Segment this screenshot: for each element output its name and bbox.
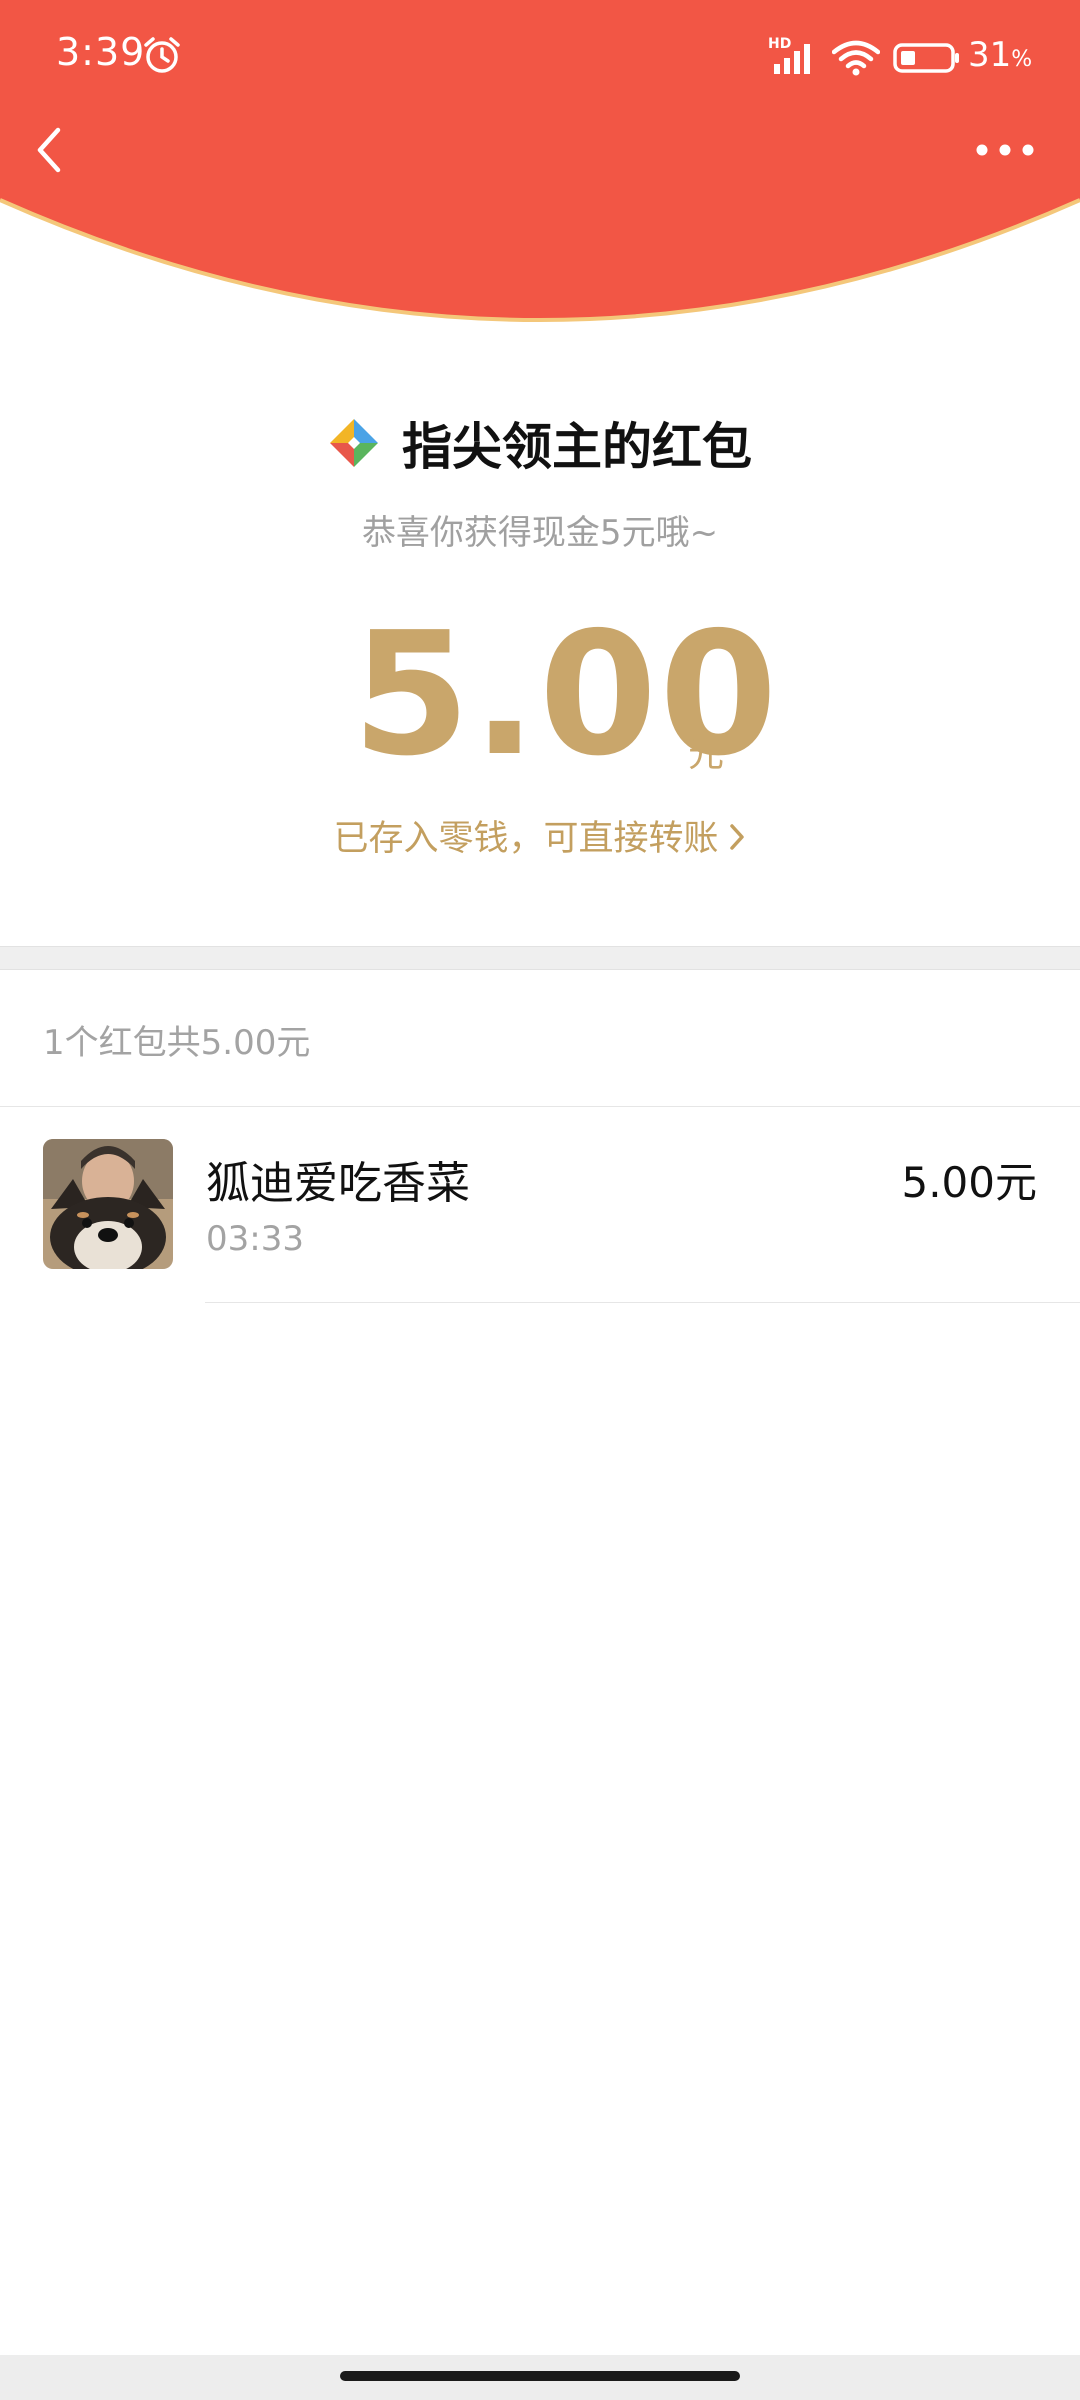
divider-line [205, 1302, 1080, 1303]
receive-amount: 5.00元 [901, 1158, 1037, 1207]
wifi-icon [832, 40, 880, 76]
back-button[interactable] [30, 120, 70, 180]
avatar[interactable] [43, 1139, 173, 1269]
signal-icon [774, 44, 810, 74]
list-item[interactable]: 狐迪爱吃香菜 03:33 5.00元 [0, 1107, 1080, 1303]
sender-row: 指尖领主的红包 [0, 408, 1080, 478]
battery-percent: 31% [968, 35, 1033, 75]
receive-time: 03:33 [206, 1219, 304, 1259]
sender-name: 指尖领主的红包 [402, 418, 752, 476]
battery-icon [893, 43, 959, 73]
alarm-icon [144, 37, 180, 73]
status-bar: 3:39 HD 31% [0, 0, 1080, 115]
avatar-image [43, 1139, 173, 1269]
more-options-button[interactable] [970, 135, 1040, 165]
saved-note: 已存入零钱，可直接转账 [333, 819, 719, 859]
saved-to-balance-link[interactable]: 已存入零钱，可直接转账 [0, 810, 1080, 861]
status-time: 3:39 [56, 30, 146, 74]
section-divider [0, 946, 1080, 970]
app-logo-icon [330, 419, 378, 467]
greeting-text: 恭喜你获得现金5元哦~ [361, 513, 719, 553]
packet-summary: 1个红包共5.00元 [43, 1023, 311, 1063]
amount-row: 5.00 元 [0, 600, 1080, 790]
chevron-right-icon [729, 824, 744, 850]
amount-unit: 元 [688, 734, 725, 775]
home-indicator[interactable] [340, 2371, 740, 2381]
receiver-name: 狐迪爱吃香菜 [206, 1158, 470, 1209]
